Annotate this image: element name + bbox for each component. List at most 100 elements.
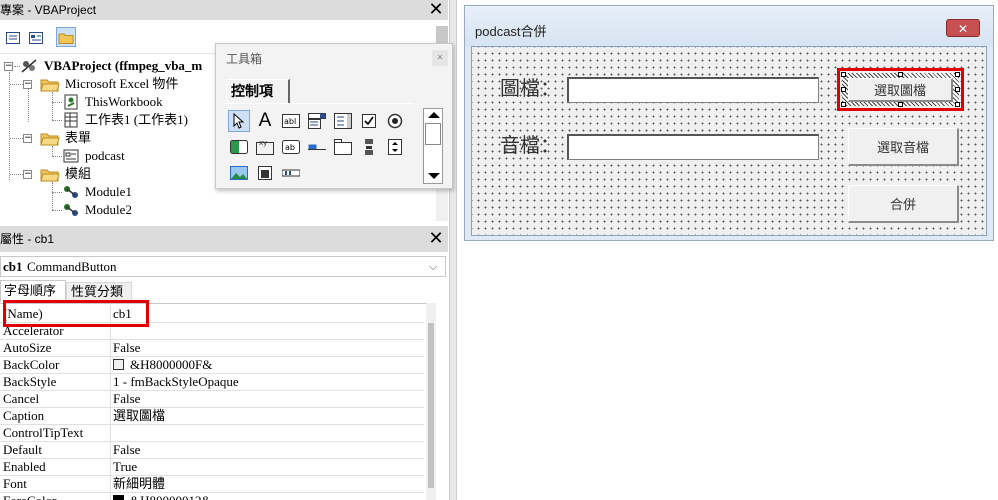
- tree-item-sheet1[interactable]: 工作表1 (工作表1): [85, 111, 188, 129]
- svg-text:xy: xy: [259, 139, 267, 147]
- frame-tool[interactable]: xy: [254, 136, 276, 158]
- tree-item-module1[interactable]: Module1: [85, 183, 132, 201]
- tree-connector: [28, 89, 29, 122]
- object-name: cb1: [3, 259, 23, 274]
- vbaproject-icon: [20, 58, 38, 74]
- name-row-highlight: [3, 300, 149, 327]
- label-tool[interactable]: A: [254, 110, 276, 132]
- property-row-cancel[interactable]: Cancel False: [0, 390, 424, 408]
- optionbutton-tool[interactable]: [384, 110, 406, 132]
- property-row-autosize[interactable]: AutoSize False: [0, 339, 424, 357]
- tree-item-podcast[interactable]: podcast: [85, 147, 125, 165]
- resize-handle[interactable]: [955, 102, 960, 107]
- image-tool[interactable]: [228, 162, 250, 184]
- tree-connector: [9, 72, 10, 180]
- property-row-backcolor[interactable]: BackColor &H8000000F&: [0, 356, 424, 374]
- spinbutton-tool-icon: [388, 139, 402, 155]
- combobox-tool[interactable]: [306, 110, 328, 132]
- tabstrip-tool[interactable]: [306, 136, 328, 158]
- toolbox-close-button[interactable]: ✕: [432, 50, 448, 66]
- pointer-tool[interactable]: [228, 110, 250, 132]
- scroll-up-icon[interactable]: [428, 112, 440, 118]
- tree-item-module2[interactable]: Module2: [85, 201, 132, 219]
- properties-close-button[interactable]: ✕: [426, 229, 446, 249]
- collapse-modules-toggle[interactable]: −: [23, 170, 32, 179]
- tree-folder-modules[interactable]: 模組: [65, 165, 91, 183]
- toolbox-tab-line: [224, 103, 414, 104]
- textbox-tool[interactable]: abl: [280, 110, 302, 132]
- property-row-forecolor[interactable]: ForeColor&H80000012&: [0, 492, 424, 500]
- listbox-tool[interactable]: [332, 110, 354, 132]
- folder-open-icon: [40, 130, 60, 150]
- togglebutton-tool[interactable]: [228, 136, 250, 158]
- merge-button[interactable]: 合併: [848, 185, 959, 223]
- color-swatch-icon: [113, 359, 124, 370]
- audio-file-textbox[interactable]: [567, 134, 819, 160]
- toolbox-scroll-thumb[interactable]: [425, 123, 441, 145]
- multipage-tool[interactable]: [332, 136, 354, 158]
- tree-connector: [10, 174, 23, 175]
- properties-vertical-scrollbar[interactable]: [426, 303, 436, 500]
- image-file-label: 圖檔：: [500, 78, 560, 100]
- more-tool[interactable]: [280, 162, 302, 184]
- resize-handle[interactable]: [841, 72, 846, 77]
- resize-handle[interactable]: [898, 102, 903, 107]
- resize-handle[interactable]: [955, 72, 960, 77]
- property-value: False: [113, 340, 141, 355]
- tree-connector: [52, 192, 62, 193]
- view-object-icon: [29, 32, 43, 44]
- property-row-font[interactable]: Font 新細明體: [0, 475, 424, 493]
- resize-handle[interactable]: [841, 102, 846, 107]
- tree-folder-excel-objects[interactable]: Microsoft Excel 物件: [65, 75, 178, 93]
- spinbutton-tool[interactable]: [384, 136, 406, 158]
- property-name: BackColor: [3, 357, 60, 372]
- property-row-enabled[interactable]: Enabled True: [0, 458, 424, 476]
- project-explorer-titlebar: 專案 - VBAProject: [0, 0, 448, 20]
- view-code-button[interactable]: [3, 28, 23, 48]
- tab-categorized[interactable]: 性質分類: [66, 282, 132, 302]
- tabstrip-tool-icon: [308, 144, 326, 150]
- toggle-folders-button[interactable]: [56, 27, 76, 47]
- toolbox-window: 工具箱 ✕ 控制項 A abl xy ab: [215, 43, 453, 189]
- property-row-backstyle[interactable]: BackStyle 1 - fmBackStyleOpaque: [0, 373, 424, 391]
- property-value: &H8000000F&: [130, 357, 213, 372]
- toolbox-scrollbar[interactable]: [423, 108, 443, 184]
- toolbox-tab-controls[interactable]: 控制項: [226, 79, 290, 103]
- merge-button-label: 合併: [889, 197, 916, 212]
- select-image-button[interactable]: 選取圖檔: [848, 78, 953, 102]
- collapse-excel-objects-toggle[interactable]: −: [23, 80, 32, 89]
- refedit-tool[interactable]: [254, 162, 276, 184]
- property-row-default[interactable]: Default False: [0, 441, 424, 459]
- property-name: Default: [3, 442, 42, 457]
- resize-handle[interactable]: [898, 72, 903, 77]
- userform-close-button[interactable]: ✕: [946, 19, 980, 37]
- tree-folder-forms[interactable]: 表單: [65, 129, 91, 147]
- scroll-down-icon[interactable]: [428, 173, 440, 179]
- property-row-controltiptext[interactable]: ControlTipText: [0, 424, 424, 442]
- tab-alphabetic[interactable]: 字母順序: [0, 280, 66, 302]
- select-audio-button-label: 選取音檔: [876, 140, 929, 155]
- object-selector[interactable]: cb1 CommandButton ⌵: [0, 256, 446, 277]
- resize-handle[interactable]: [955, 87, 960, 92]
- tree-item-vbaproject[interactable]: VBAProject (ffmpeg_vba_m: [44, 57, 202, 75]
- view-object-button[interactable]: [26, 28, 46, 48]
- commandbutton-tool[interactable]: ab: [280, 136, 302, 158]
- property-row-caption[interactable]: Caption 選取圖檔: [0, 407, 424, 425]
- object-type: CommandButton: [27, 259, 117, 274]
- frame-tool-icon: xy: [256, 139, 274, 155]
- collapse-forms-toggle[interactable]: −: [23, 134, 32, 143]
- project-explorer-close-button[interactable]: ✕: [426, 0, 446, 20]
- properties-titlebar: 屬性 - cb1: [0, 226, 448, 252]
- checkbox-tool[interactable]: [358, 110, 380, 132]
- tree-item-thisworkbook[interactable]: ThisWorkbook: [85, 93, 163, 111]
- scrollbar-tool[interactable]: [358, 136, 380, 158]
- tree-connector: [52, 156, 62, 157]
- property-name: AutoSize: [3, 340, 52, 355]
- properties-scroll-thumb[interactable]: [428, 323, 434, 488]
- collapse-root-toggle[interactable]: −: [4, 62, 13, 71]
- resize-handle[interactable]: [841, 87, 846, 92]
- image-file-textbox[interactable]: [567, 77, 819, 103]
- select-image-button-label: 選取圖檔: [873, 83, 926, 98]
- select-audio-button[interactable]: 選取音檔: [848, 128, 959, 166]
- tree-connector: [52, 92, 53, 120]
